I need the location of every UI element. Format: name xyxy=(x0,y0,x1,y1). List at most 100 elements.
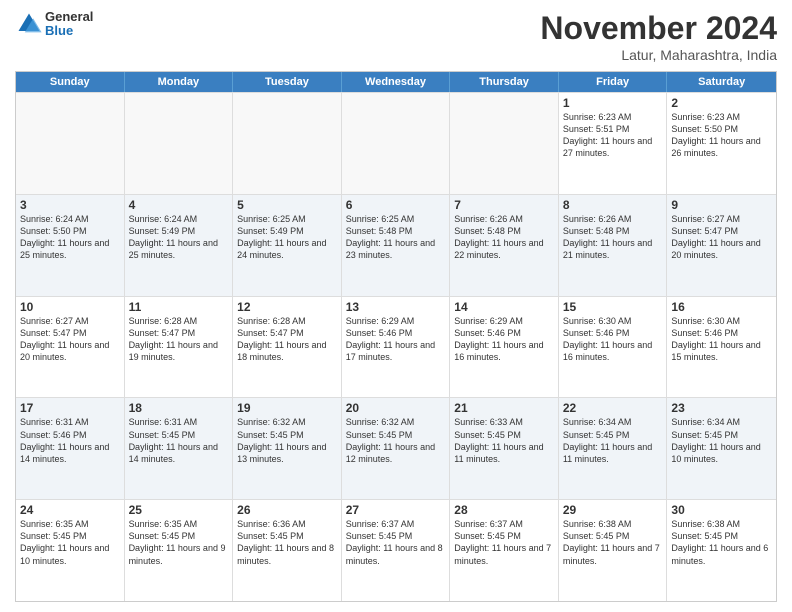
day-number: 22 xyxy=(563,401,663,415)
day-details: Sunrise: 6:28 AM Sunset: 5:47 PM Dayligh… xyxy=(237,315,337,364)
day-number: 3 xyxy=(20,198,120,212)
calendar-cell: 25Sunrise: 6:35 AM Sunset: 5:45 PM Dayli… xyxy=(125,500,234,601)
header-day-friday: Friday xyxy=(559,72,668,92)
header-day-saturday: Saturday xyxy=(667,72,776,92)
calendar-cell xyxy=(233,93,342,194)
day-details: Sunrise: 6:31 AM Sunset: 5:46 PM Dayligh… xyxy=(20,416,120,465)
day-details: Sunrise: 6:28 AM Sunset: 5:47 PM Dayligh… xyxy=(129,315,229,364)
day-details: Sunrise: 6:27 AM Sunset: 5:47 PM Dayligh… xyxy=(20,315,120,364)
day-number: 27 xyxy=(346,503,446,517)
calendar-cell: 22Sunrise: 6:34 AM Sunset: 5:45 PM Dayli… xyxy=(559,398,668,499)
title-section: November 2024 Latur, Maharashtra, India xyxy=(540,10,777,63)
calendar-cell: 4Sunrise: 6:24 AM Sunset: 5:49 PM Daylig… xyxy=(125,195,234,296)
day-number: 4 xyxy=(129,198,229,212)
header-day-monday: Monday xyxy=(125,72,234,92)
calendar-cell: 12Sunrise: 6:28 AM Sunset: 5:47 PM Dayli… xyxy=(233,297,342,398)
day-number: 24 xyxy=(20,503,120,517)
calendar-cell xyxy=(16,93,125,194)
day-details: Sunrise: 6:31 AM Sunset: 5:45 PM Dayligh… xyxy=(129,416,229,465)
day-details: Sunrise: 6:35 AM Sunset: 5:45 PM Dayligh… xyxy=(20,518,120,567)
day-number: 13 xyxy=(346,300,446,314)
calendar-cell: 26Sunrise: 6:36 AM Sunset: 5:45 PM Dayli… xyxy=(233,500,342,601)
calendar-cell: 14Sunrise: 6:29 AM Sunset: 5:46 PM Dayli… xyxy=(450,297,559,398)
calendar-cell: 1Sunrise: 6:23 AM Sunset: 5:51 PM Daylig… xyxy=(559,93,668,194)
calendar-cell: 7Sunrise: 6:26 AM Sunset: 5:48 PM Daylig… xyxy=(450,195,559,296)
calendar-cell: 15Sunrise: 6:30 AM Sunset: 5:46 PM Dayli… xyxy=(559,297,668,398)
day-number: 9 xyxy=(671,198,772,212)
calendar-cell: 11Sunrise: 6:28 AM Sunset: 5:47 PM Dayli… xyxy=(125,297,234,398)
day-number: 7 xyxy=(454,198,554,212)
day-details: Sunrise: 6:26 AM Sunset: 5:48 PM Dayligh… xyxy=(563,213,663,262)
day-details: Sunrise: 6:25 AM Sunset: 5:49 PM Dayligh… xyxy=(237,213,337,262)
day-details: Sunrise: 6:29 AM Sunset: 5:46 PM Dayligh… xyxy=(454,315,554,364)
day-number: 20 xyxy=(346,401,446,415)
day-details: Sunrise: 6:30 AM Sunset: 5:46 PM Dayligh… xyxy=(563,315,663,364)
day-number: 26 xyxy=(237,503,337,517)
day-number: 16 xyxy=(671,300,772,314)
calendar-row-0: 1Sunrise: 6:23 AM Sunset: 5:51 PM Daylig… xyxy=(16,92,776,194)
day-number: 2 xyxy=(671,96,772,110)
calendar-cell xyxy=(450,93,559,194)
day-number: 15 xyxy=(563,300,663,314)
page-header: General Blue November 2024 Latur, Mahara… xyxy=(15,10,777,63)
calendar-cell: 23Sunrise: 6:34 AM Sunset: 5:45 PM Dayli… xyxy=(667,398,776,499)
day-number: 28 xyxy=(454,503,554,517)
calendar-cell: 21Sunrise: 6:33 AM Sunset: 5:45 PM Dayli… xyxy=(450,398,559,499)
day-details: Sunrise: 6:26 AM Sunset: 5:48 PM Dayligh… xyxy=(454,213,554,262)
location: Latur, Maharashtra, India xyxy=(540,47,777,63)
calendar-cell: 20Sunrise: 6:32 AM Sunset: 5:45 PM Dayli… xyxy=(342,398,451,499)
day-number: 1 xyxy=(563,96,663,110)
day-details: Sunrise: 6:37 AM Sunset: 5:45 PM Dayligh… xyxy=(346,518,446,567)
logo-general: General xyxy=(45,10,93,24)
calendar-cell: 9Sunrise: 6:27 AM Sunset: 5:47 PM Daylig… xyxy=(667,195,776,296)
calendar-row-3: 17Sunrise: 6:31 AM Sunset: 5:46 PM Dayli… xyxy=(16,397,776,499)
calendar-cell xyxy=(125,93,234,194)
logo-text: General Blue xyxy=(45,10,93,39)
calendar-cell: 6Sunrise: 6:25 AM Sunset: 5:48 PM Daylig… xyxy=(342,195,451,296)
calendar-cell: 17Sunrise: 6:31 AM Sunset: 5:46 PM Dayli… xyxy=(16,398,125,499)
calendar-body: 1Sunrise: 6:23 AM Sunset: 5:51 PM Daylig… xyxy=(16,92,776,601)
calendar-cell: 24Sunrise: 6:35 AM Sunset: 5:45 PM Dayli… xyxy=(16,500,125,601)
logo: General Blue xyxy=(15,10,93,39)
day-details: Sunrise: 6:27 AM Sunset: 5:47 PM Dayligh… xyxy=(671,213,772,262)
header-day-wednesday: Wednesday xyxy=(342,72,451,92)
day-details: Sunrise: 6:24 AM Sunset: 5:49 PM Dayligh… xyxy=(129,213,229,262)
header-day-tuesday: Tuesday xyxy=(233,72,342,92)
day-details: Sunrise: 6:36 AM Sunset: 5:45 PM Dayligh… xyxy=(237,518,337,567)
logo-blue: Blue xyxy=(45,24,93,38)
calendar-cell: 28Sunrise: 6:37 AM Sunset: 5:45 PM Dayli… xyxy=(450,500,559,601)
calendar-page: General Blue November 2024 Latur, Mahara… xyxy=(0,0,792,612)
day-details: Sunrise: 6:33 AM Sunset: 5:45 PM Dayligh… xyxy=(454,416,554,465)
calendar-cell: 19Sunrise: 6:32 AM Sunset: 5:45 PM Dayli… xyxy=(233,398,342,499)
day-details: Sunrise: 6:35 AM Sunset: 5:45 PM Dayligh… xyxy=(129,518,229,567)
day-number: 18 xyxy=(129,401,229,415)
day-details: Sunrise: 6:29 AM Sunset: 5:46 PM Dayligh… xyxy=(346,315,446,364)
calendar-row-2: 10Sunrise: 6:27 AM Sunset: 5:47 PM Dayli… xyxy=(16,296,776,398)
calendar-cell xyxy=(342,93,451,194)
calendar-cell: 3Sunrise: 6:24 AM Sunset: 5:50 PM Daylig… xyxy=(16,195,125,296)
calendar-cell: 18Sunrise: 6:31 AM Sunset: 5:45 PM Dayli… xyxy=(125,398,234,499)
day-number: 10 xyxy=(20,300,120,314)
day-number: 25 xyxy=(129,503,229,517)
day-number: 19 xyxy=(237,401,337,415)
day-details: Sunrise: 6:30 AM Sunset: 5:46 PM Dayligh… xyxy=(671,315,772,364)
day-number: 23 xyxy=(671,401,772,415)
day-number: 11 xyxy=(129,300,229,314)
day-details: Sunrise: 6:34 AM Sunset: 5:45 PM Dayligh… xyxy=(563,416,663,465)
calendar-cell: 5Sunrise: 6:25 AM Sunset: 5:49 PM Daylig… xyxy=(233,195,342,296)
header-day-sunday: Sunday xyxy=(16,72,125,92)
day-number: 12 xyxy=(237,300,337,314)
header-day-thursday: Thursday xyxy=(450,72,559,92)
day-number: 30 xyxy=(671,503,772,517)
day-details: Sunrise: 6:23 AM Sunset: 5:50 PM Dayligh… xyxy=(671,111,772,160)
day-details: Sunrise: 6:32 AM Sunset: 5:45 PM Dayligh… xyxy=(237,416,337,465)
day-number: 17 xyxy=(20,401,120,415)
calendar-cell: 10Sunrise: 6:27 AM Sunset: 5:47 PM Dayli… xyxy=(16,297,125,398)
calendar-cell: 2Sunrise: 6:23 AM Sunset: 5:50 PM Daylig… xyxy=(667,93,776,194)
calendar-cell: 29Sunrise: 6:38 AM Sunset: 5:45 PM Dayli… xyxy=(559,500,668,601)
day-details: Sunrise: 6:34 AM Sunset: 5:45 PM Dayligh… xyxy=(671,416,772,465)
day-details: Sunrise: 6:24 AM Sunset: 5:50 PM Dayligh… xyxy=(20,213,120,262)
day-number: 21 xyxy=(454,401,554,415)
day-details: Sunrise: 6:38 AM Sunset: 5:45 PM Dayligh… xyxy=(671,518,772,567)
day-number: 6 xyxy=(346,198,446,212)
